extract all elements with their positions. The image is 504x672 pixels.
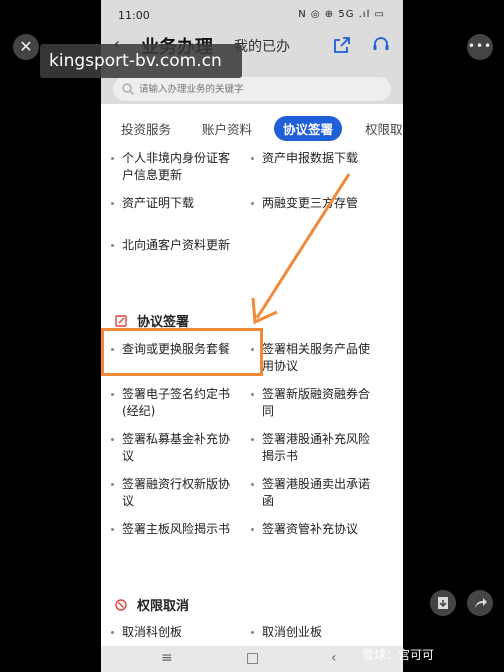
- status-time: 11:00: [118, 9, 150, 22]
- bullet-icon: [251, 438, 254, 441]
- list-item[interactable]: 签署私募基金补充协 议: [111, 431, 231, 465]
- tab-account-info[interactable]: 账户资料: [202, 119, 252, 138]
- status-indicators: N ◎ ⊕ 5G .ıl ▭: [298, 9, 385, 20]
- item-label: 签署融资行权新版协: [122, 477, 231, 491]
- bullet-icon: [111, 528, 114, 531]
- item-label: 揭示书: [262, 449, 299, 463]
- item-label: 户信息更新: [122, 168, 183, 182]
- category-tabs: 投资服务 账户资料 协议签署 权限取: [101, 116, 403, 142]
- bullet-icon: [251, 483, 254, 486]
- search-icon: [122, 83, 134, 95]
- bullet-icon: [251, 393, 254, 396]
- list-item[interactable]: 签署新版融资融券合 同: [251, 386, 371, 420]
- list-item[interactable]: 取消创业板: [251, 624, 323, 641]
- tab-investment-service[interactable]: 投资服务: [121, 119, 171, 138]
- item-label: 个人非境内身份证客: [122, 151, 231, 165]
- item-label: 签署港股通卖出承诺: [262, 477, 371, 491]
- item-label: 签署私募基金补充协: [122, 432, 231, 446]
- tab-permission-cancel[interactable]: 权限取: [365, 119, 403, 138]
- menu-icon[interactable]: ≡: [161, 650, 173, 666]
- share-icon[interactable]: [332, 35, 352, 55]
- bullet-icon: [111, 438, 114, 441]
- tab-agreement-signing[interactable]: 协议签署: [274, 116, 343, 141]
- bullet-icon: [251, 631, 254, 634]
- list-item[interactable]: 取消科创板: [111, 624, 183, 641]
- image-viewer: 11:00 N ◎ ⊕ 5G .ıl ▭ ‹ 业务办理 我的已办: [0, 0, 504, 672]
- list-item[interactable]: 资产申报数据下载: [251, 150, 359, 167]
- bullet-icon: [111, 631, 114, 634]
- item-label: 资产申报数据下载: [262, 151, 359, 165]
- item-label: 资产证明下载: [122, 196, 195, 210]
- item-label: 签署主板风险揭示书: [122, 522, 231, 536]
- save-icon[interactable]: [430, 590, 456, 616]
- item-label: 签署相关服务产品使: [262, 342, 371, 356]
- edit-icon: [115, 315, 127, 327]
- cancel-icon: [115, 599, 127, 611]
- close-icon[interactable]: ✕: [13, 34, 39, 60]
- item-label: 议: [122, 494, 135, 508]
- item-label: 用协议: [262, 359, 299, 373]
- back-icon[interactable]: ‹: [331, 650, 337, 666]
- item-label: (经纪): [122, 404, 156, 418]
- list-item[interactable]: 签署融资行权新版协 议: [111, 476, 231, 510]
- highlight-box: [101, 328, 263, 376]
- item-label: 取消创业板: [262, 625, 323, 639]
- list-item[interactable]: 个人非境内身份证客 户信息更新: [111, 150, 231, 184]
- phone-screenshot: 11:00 N ◎ ⊕ 5G .ıl ▭ ‹ 业务办理 我的已办: [101, 0, 403, 672]
- item-label: 签署资管补充协议: [262, 522, 359, 536]
- bullet-icon: [111, 157, 114, 160]
- item-label: 议: [122, 449, 135, 463]
- bullet-icon: [111, 202, 114, 205]
- bullet-icon: [251, 528, 254, 531]
- section-permission: 权限取消: [115, 595, 189, 614]
- bullet-icon: [111, 244, 114, 247]
- url-label: kingsport-bv.com.cn: [40, 44, 242, 78]
- bullet-icon: [111, 393, 114, 396]
- annotation-arrow-icon: [251, 173, 351, 325]
- item-label: 签署港股通补充风险: [262, 432, 371, 446]
- more-icon[interactable]: •••: [467, 34, 493, 60]
- list-item[interactable]: 签署港股通补充风险 揭示书: [251, 431, 371, 465]
- list-item[interactable]: 北向通客户资料更新: [111, 237, 231, 254]
- item-label: 签署新版融资融券合: [262, 387, 371, 401]
- item-label: 函: [262, 494, 275, 508]
- list-item[interactable]: 签署资管补充协议: [251, 521, 359, 538]
- home-icon[interactable]: □: [246, 650, 259, 666]
- item-label: 北向通客户资料更新: [122, 238, 231, 252]
- bullet-icon: [251, 157, 254, 160]
- bullet-icon: [111, 483, 114, 486]
- list-item[interactable]: 签署电子签名约定书 (经纪): [111, 386, 231, 420]
- search-bar[interactable]: [113, 77, 391, 101]
- watermark: 雪球：宫可可: [362, 648, 435, 662]
- section-title: 权限取消: [137, 599, 190, 614]
- list-item[interactable]: 签署主板风险揭示书: [111, 521, 231, 538]
- headset-icon[interactable]: [371, 35, 391, 55]
- share-arrow-icon[interactable]: [467, 590, 493, 616]
- list-item[interactable]: 签署相关服务产品使 用协议: [251, 341, 371, 375]
- item-label: 签署电子签名约定书: [122, 387, 231, 401]
- list-item[interactable]: 资产证明下载: [111, 195, 195, 212]
- system-nav-bar: ≡ □ ‹: [101, 646, 403, 672]
- search-input[interactable]: [139, 79, 379, 99]
- list-item[interactable]: 签署港股通卖出承诺 函: [251, 476, 371, 510]
- item-label: 同: [262, 404, 275, 418]
- my-done-link[interactable]: 我的已办: [234, 36, 290, 56]
- item-label: 取消科创板: [122, 625, 183, 639]
